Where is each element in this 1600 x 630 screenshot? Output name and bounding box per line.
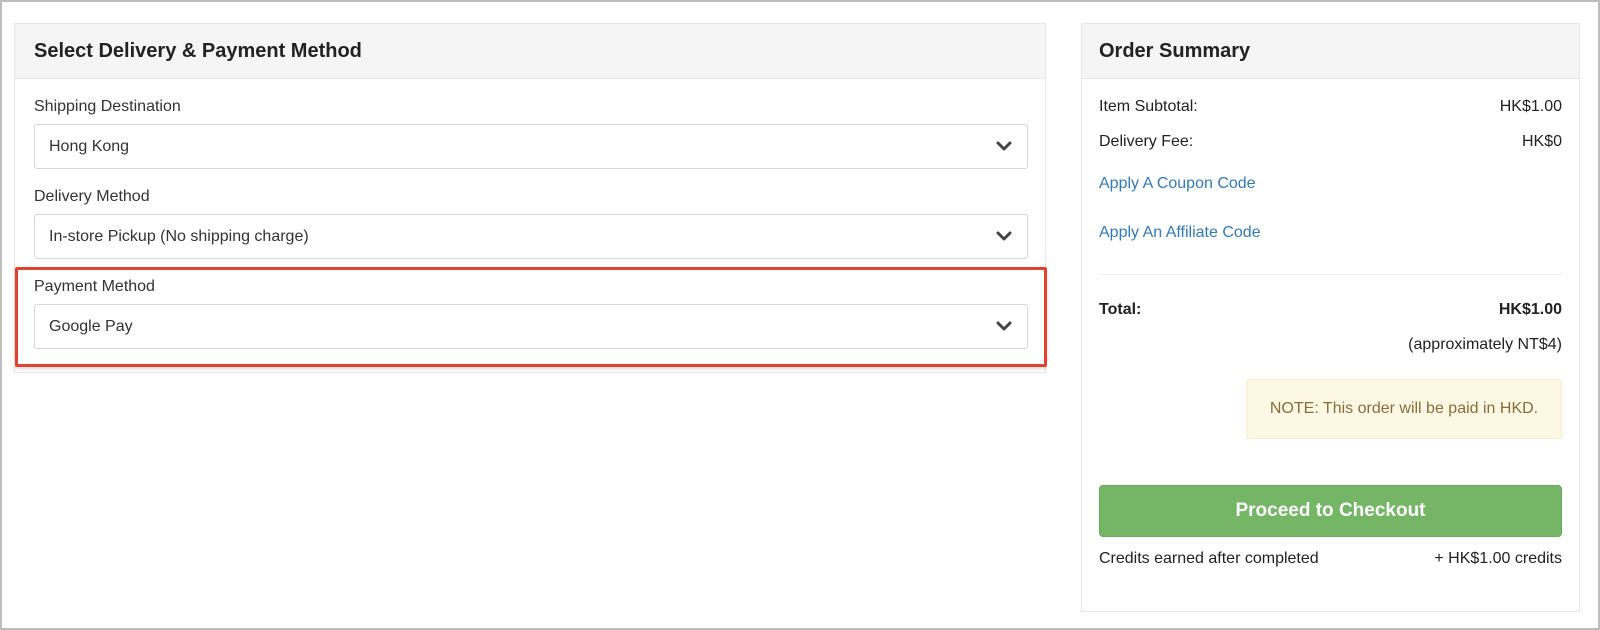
apply-affiliate-link[interactable]: Apply An Affiliate Code <box>1099 224 1261 242</box>
item-subtotal-label: Item Subtotal: <box>1099 98 1198 115</box>
credits-row: Credits earned after completed + HK$1.00… <box>1099 550 1562 568</box>
total-value: HK$1.00 <box>1498 301 1562 318</box>
approx-amount: (approximately NT$4) <box>1408 336 1562 353</box>
payment-method-value: Google Pay <box>49 317 133 335</box>
delivery-method-select[interactable]: In-store Pickup (No shipping charge) <box>34 214 1028 259</box>
chevron-down-icon <box>995 231 1013 243</box>
currency-note: NOTE: This order will be paid in HKD. <box>1246 379 1562 439</box>
delivery-payment-header: Select Delivery & Payment Method <box>15 24 1045 79</box>
item-subtotal-row: Item Subtotal: HK$1.00 <box>1099 98 1562 116</box>
item-subtotal-value: HK$1.00 <box>1499 98 1562 115</box>
delivery-payment-panel: Select Delivery & Payment Method Shippin… <box>14 23 1047 373</box>
payment-method-select[interactable]: Google Pay <box>34 304 1028 349</box>
order-summary-title: Order Summary <box>1099 39 1251 62</box>
summary-divider <box>1099 274 1562 275</box>
delivery-fee-value: HK$0 <box>1521 133 1562 150</box>
shipping-destination-label: Shipping Destination <box>34 98 181 115</box>
order-summary-panel: Order Summary Item Subtotal: HK$1.00 Del… <box>1081 23 1580 612</box>
proceed-to-checkout-button[interactable]: Proceed to Checkout <box>1099 485 1562 537</box>
chevron-down-icon <box>995 321 1013 333</box>
delivery-method-value: In-store Pickup (No shipping charge) <box>49 227 309 245</box>
order-summary-header: Order Summary <box>1082 24 1579 79</box>
chevron-down-icon <box>995 141 1013 153</box>
credits-value: + HK$1.00 credits <box>1434 550 1562 567</box>
delivery-method-label: Delivery Method <box>34 188 150 205</box>
delivery-fee-row: Delivery Fee: HK$0 <box>1099 133 1562 151</box>
panel-title: Select Delivery & Payment Method <box>34 39 362 62</box>
shipping-destination-value: Hong Kong <box>49 137 130 155</box>
approx-row: (approximately NT$4) <box>1099 336 1562 354</box>
currency-note-text: NOTE: This order will be paid in HKD. <box>1269 400 1539 417</box>
delivery-fee-label: Delivery Fee: <box>1099 133 1194 150</box>
apply-coupon-link[interactable]: Apply A Coupon Code <box>1099 175 1256 193</box>
shipping-destination-select[interactable]: Hong Kong <box>34 124 1028 169</box>
total-row: Total: HK$1.00 <box>1099 301 1562 319</box>
credits-label: Credits earned after completed <box>1099 550 1319 567</box>
checkout-button-label: Proceed to Checkout <box>1235 500 1426 521</box>
payment-method-label: Payment Method <box>34 278 155 295</box>
total-label: Total: <box>1099 301 1142 318</box>
